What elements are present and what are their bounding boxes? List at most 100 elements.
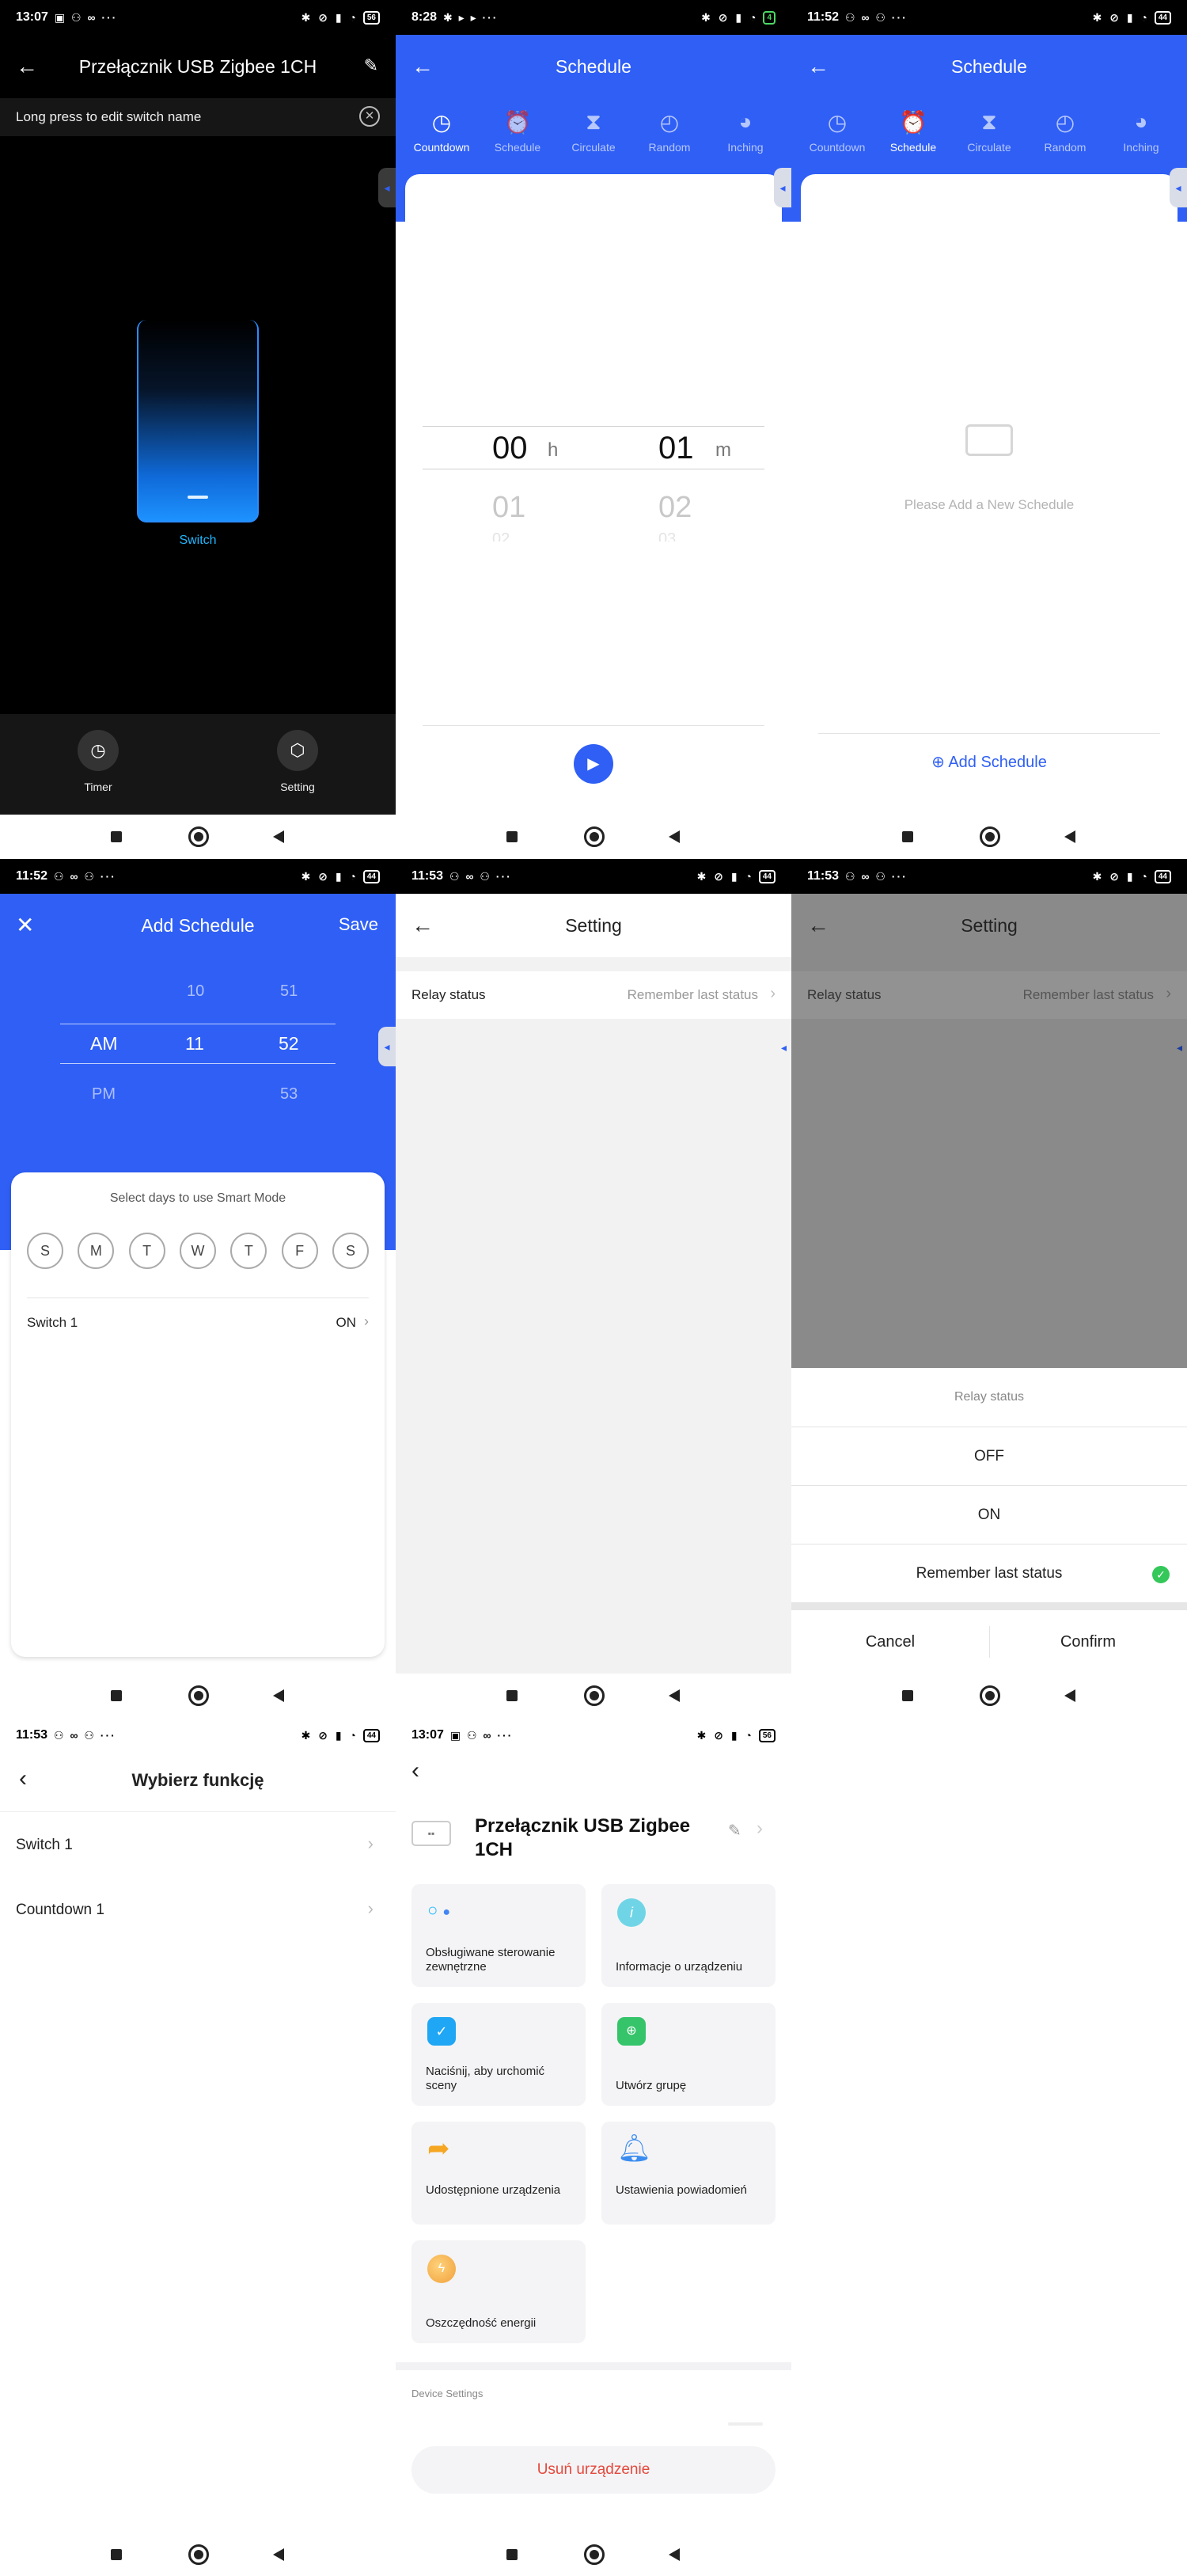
- home-icon[interactable]: [188, 1685, 209, 1706]
- home-icon[interactable]: [188, 2544, 209, 2565]
- tab-countdown[interactable]: ◷ Countdown: [802, 98, 873, 174]
- recents-icon[interactable]: [506, 831, 518, 842]
- nav-back-icon[interactable]: [273, 830, 284, 843]
- nav-back-icon[interactable]: [669, 2548, 680, 2561]
- recents-icon[interactable]: [111, 831, 122, 842]
- nav-back-icon[interactable]: [273, 2548, 284, 2561]
- hour-next[interactable]: 01: [492, 491, 525, 525]
- option-off[interactable]: OFF: [791, 1427, 1187, 1485]
- side-drawer-handle[interactable]: ◂: [781, 1041, 787, 1054]
- nav-back-icon[interactable]: [669, 1689, 680, 1702]
- tile-shared-devices[interactable]: ➦ Udostępnione urządzenia: [411, 2122, 586, 2225]
- function-item-countdown[interactable]: Countdown 1 ›: [0, 1883, 396, 1938]
- confirm-button[interactable]: Confirm: [989, 1610, 1187, 1674]
- section-label: Device Settings: [411, 2388, 484, 2399]
- day-sunday[interactable]: S: [27, 1233, 63, 1269]
- ampm-selected[interactable]: AM: [90, 1033, 118, 1054]
- day-wednesday[interactable]: W: [179, 1233, 216, 1269]
- back-arrow-icon[interactable]: ←: [807, 55, 829, 78]
- minute-next[interactable]: 53: [280, 1085, 298, 1104]
- minute-selected[interactable]: 01: [658, 431, 694, 466]
- day-thursday[interactable]: T: [230, 1233, 267, 1269]
- tile-scenes[interactable]: ✓ Naciśnij, aby urchomić sceny: [411, 2003, 586, 2106]
- side-drawer-handle[interactable]: ◂: [378, 1027, 396, 1066]
- home-icon[interactable]: [584, 2544, 605, 2565]
- recents-icon[interactable]: [506, 1690, 518, 1701]
- day-monday[interactable]: M: [78, 1233, 115, 1269]
- notification-icons: ⚇ ∞ ⚇ ···: [845, 10, 908, 24]
- recents-icon[interactable]: [506, 2549, 518, 2560]
- switch-indicator: [188, 496, 208, 499]
- start-play-button[interactable]: ▶: [574, 744, 613, 784]
- back-arrow-icon[interactable]: ←: [807, 914, 829, 937]
- back-chevron-icon[interactable]: ‹: [411, 1757, 419, 1784]
- close-hint-icon[interactable]: ✕: [359, 106, 380, 127]
- tab-countdown[interactable]: ◷ Countdown: [406, 98, 477, 174]
- tile-create-group[interactable]: ⊕ Utwórz grupę: [601, 2003, 776, 2106]
- back-arrow-icon[interactable]: ←: [411, 914, 434, 937]
- back-arrow-icon[interactable]: ←: [16, 55, 38, 78]
- edit-pencil-icon[interactable]: ✎: [364, 55, 378, 76]
- tile-energy-saving[interactable]: ϟ Oszczędność energii: [411, 2240, 586, 2343]
- tab-schedule[interactable]: ⏰ Schedule: [878, 98, 949, 174]
- home-icon[interactable]: [980, 826, 1000, 847]
- switch-row[interactable]: Switch 1 ON ›: [27, 1313, 369, 1339]
- tile-external-control[interactable]: ○ ● Obsługiwane sterowanie zewnętrzne: [411, 1884, 586, 1987]
- side-drawer-handle[interactable]: ◂: [1177, 1041, 1182, 1054]
- timer-button[interactable]: ◷ Timer: [76, 730, 120, 793]
- hour-prev[interactable]: 10: [187, 982, 204, 1001]
- nav-back-icon[interactable]: [1064, 830, 1075, 843]
- recents-icon[interactable]: [111, 1690, 122, 1701]
- nav-back-icon[interactable]: [669, 830, 680, 843]
- nav-back-icon[interactable]: [1064, 1689, 1075, 1702]
- hour-selected[interactable]: 11: [185, 1033, 204, 1054]
- home-icon[interactable]: [980, 1685, 1000, 1706]
- option-on[interactable]: ON: [791, 1486, 1187, 1544]
- tile-device-info[interactable]: i Informacje o urządzeniu: [601, 1884, 776, 1987]
- side-drawer-handle[interactable]: ◂: [1170, 168, 1187, 207]
- tab-random[interactable]: ◴ Random: [1030, 98, 1101, 174]
- home-icon[interactable]: [584, 1685, 605, 1706]
- home-icon[interactable]: [584, 826, 605, 847]
- side-drawer-handle[interactable]: ◂: [378, 168, 396, 207]
- tab-inching[interactable]: ◕ Inching: [710, 98, 781, 174]
- battery-icon: 56: [758, 1728, 776, 1742]
- recents-icon[interactable]: [902, 1690, 913, 1701]
- day-saturday[interactable]: S: [332, 1233, 369, 1269]
- chevron-right-icon[interactable]: ›: [757, 1818, 763, 1840]
- save-button[interactable]: Save: [339, 914, 378, 935]
- minute-next[interactable]: 02: [658, 491, 692, 525]
- edit-pencil-icon[interactable]: ✎: [728, 1821, 741, 1841]
- option-remember-last[interactable]: Remember last status: [791, 1544, 1187, 1602]
- setting-button[interactable]: ⬡ Setting: [274, 730, 321, 793]
- relay-status-row[interactable]: Relay status Remember last status ›: [396, 971, 791, 1019]
- hour-selected[interactable]: 00: [492, 431, 528, 466]
- close-icon[interactable]: ✕: [16, 914, 34, 937]
- nav-back-icon[interactable]: [273, 1689, 284, 1702]
- side-drawer-handle[interactable]: ◂: [774, 168, 791, 207]
- function-item-switch[interactable]: Switch 1 ›: [0, 1818, 396, 1873]
- recents-icon[interactable]: [111, 2549, 122, 2560]
- tab-random[interactable]: ◴ Random: [634, 98, 705, 174]
- minute-selected[interactable]: 52: [279, 1033, 299, 1054]
- tab-circulate[interactable]: ⧗ Circulate: [558, 98, 629, 174]
- switch-toggle[interactable]: [137, 320, 259, 522]
- remove-device-button[interactable]: Usuń urządzenie: [411, 2446, 776, 2494]
- add-schedule-button[interactable]: ⊕ Add Schedule: [801, 752, 1178, 772]
- relay-status-row[interactable]: Relay status Remember last status ›: [791, 971, 1187, 1019]
- cancel-button[interactable]: Cancel: [791, 1610, 989, 1674]
- tab-schedule[interactable]: ⏰ Schedule: [482, 98, 553, 174]
- recents-icon[interactable]: [902, 831, 913, 842]
- chevron-right-icon: ›: [367, 1833, 374, 1853]
- minute-prev[interactable]: 51: [280, 982, 298, 1001]
- day-tuesday[interactable]: T: [128, 1233, 165, 1269]
- device-title[interactable]: Przełącznik USB Zigbee 1CH: [79, 56, 317, 78]
- ampm-next[interactable]: PM: [92, 1085, 116, 1104]
- switch-row-value: ON: [336, 1315, 357, 1330]
- tab-circulate[interactable]: ⧗ Circulate: [954, 98, 1025, 174]
- tab-inching[interactable]: ◕ Inching: [1105, 98, 1177, 174]
- back-arrow-icon[interactable]: ←: [411, 55, 434, 78]
- tile-notifications[interactable]: 🔔︎ Ustawienia powiadomień: [601, 2122, 776, 2225]
- day-friday[interactable]: F: [281, 1233, 318, 1269]
- home-icon[interactable]: [188, 826, 209, 847]
